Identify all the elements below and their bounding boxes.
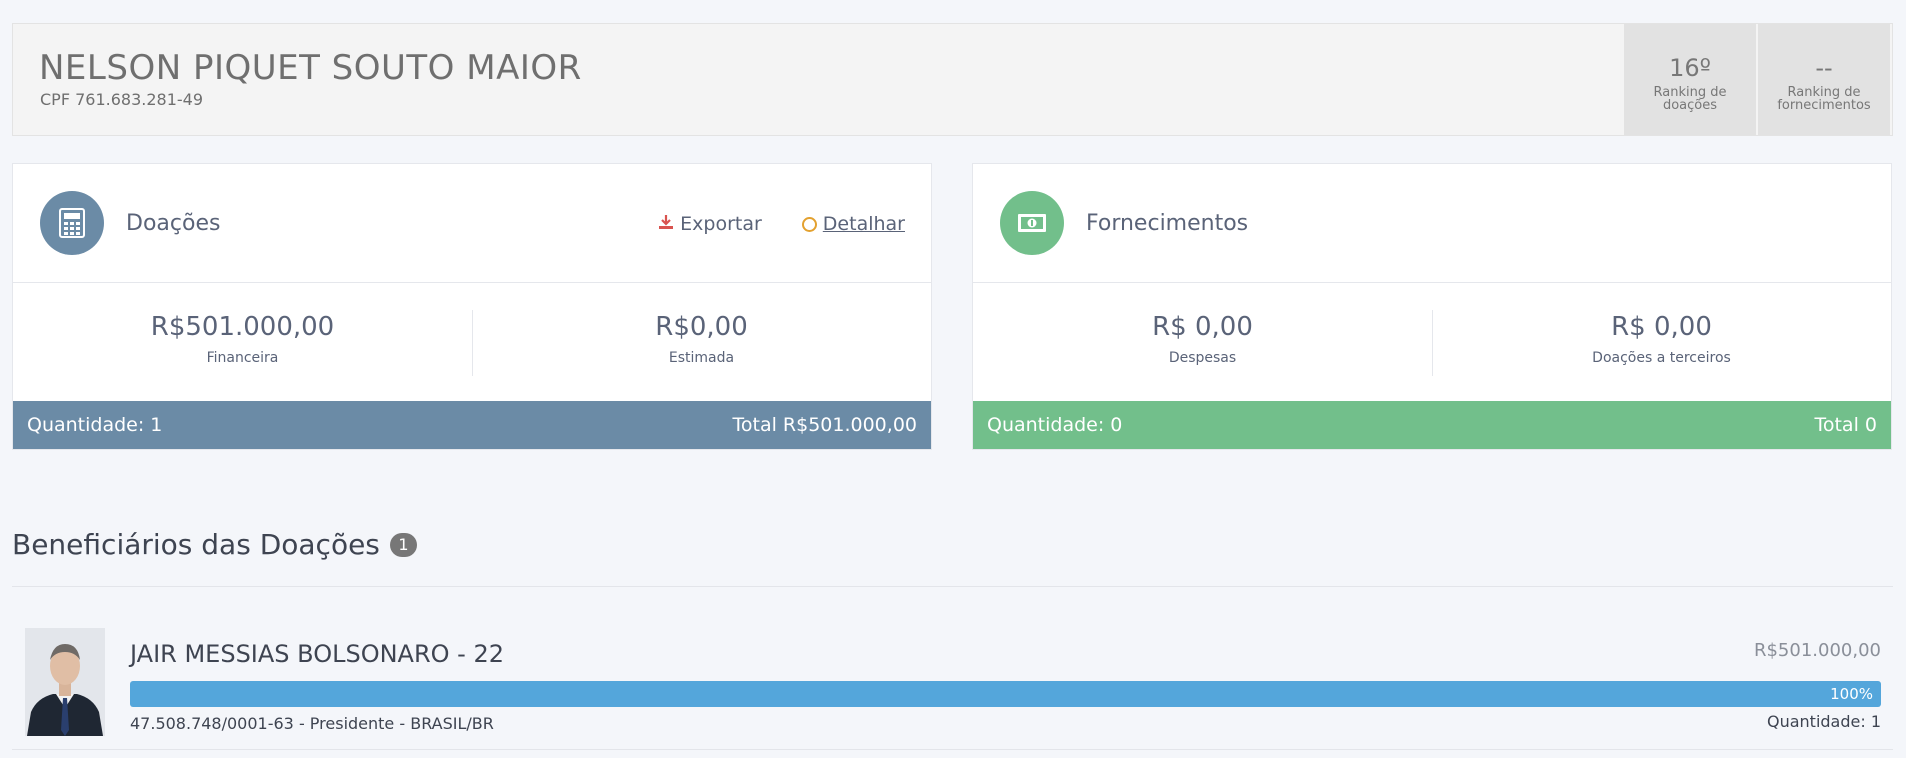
doacoes-total: Total R$501.000,00 — [732, 414, 918, 436]
money-bill-icon — [1000, 191, 1064, 255]
donor-name: NELSON PIQUET SOUTO MAIOR — [39, 48, 582, 88]
beneficiary-quantity: Quantidade: 1 — [1766, 712, 1881, 731]
circle-icon — [801, 216, 817, 232]
ranking-doacoes: 16º Ranking de doações — [1624, 24, 1756, 135]
stat-estimada: R$0,00 Estimada — [472, 284, 931, 402]
stat-label: Financeira — [206, 350, 279, 366]
stat-label: Despesas — [1168, 350, 1237, 366]
donor-cpf: CPF 761.683.281-49 — [40, 90, 204, 109]
ranking-fornecimentos: -- Ranking de fornecimentos — [1758, 24, 1890, 135]
doacoes-stats: R$501.000,00 Financeira R$0,00 Estimada — [13, 284, 931, 402]
share-progress-fill: 100% — [130, 681, 1881, 707]
stat-value: R$0,00 — [655, 312, 748, 342]
fornecimentos-quantity: Quantidade: 0 — [987, 414, 1123, 436]
stat-financeira: R$501.000,00 Financeira — [13, 284, 472, 402]
share-progress-label: 100% — [1830, 685, 1873, 703]
beneficiary-name[interactable]: JAIR MESSIAS BOLSONARO - 22 — [130, 640, 504, 668]
doacoes-actions: Exportar Detalhar — [658, 213, 905, 235]
doacoes-card-header: Doações Exportar Detalhar — [13, 164, 931, 283]
profile-header: NELSON PIQUET SOUTO MAIOR CPF 761.683.28… — [12, 23, 1893, 136]
doacoes-title: Doações — [126, 211, 221, 236]
stat-despesas: R$ 0,00 Despesas — [973, 284, 1432, 402]
stat-label: Doações a terceiros — [1592, 350, 1731, 366]
section-divider — [12, 586, 1893, 587]
count-badge: 1 — [389, 532, 417, 557]
ranking-doacoes-value: 16º — [1669, 54, 1711, 82]
section-title: Beneficiários das Doações 1 — [12, 528, 417, 561]
fornecimentos-card: Fornecimentos R$ 0,00 Despesas R$ 0,00 D… — [972, 163, 1892, 450]
fornecimentos-title: Fornecimentos — [1086, 211, 1249, 236]
export-button[interactable]: Exportar — [658, 213, 762, 235]
row-divider — [12, 749, 1893, 750]
detail-label: Detalhar — [822, 213, 905, 235]
doacoes-card: Doações Exportar Detalhar R$501.000,00 F… — [12, 163, 932, 450]
candidate-photo — [25, 628, 105, 736]
fornecimentos-footer: Quantidade: 0 Total 0 — [973, 401, 1891, 449]
doacoes-footer: Quantidade: 1 Total R$501.000,00 — [13, 401, 931, 449]
stat-value: R$501.000,00 — [150, 312, 335, 342]
ranking-fornecimentos-label: Ranking de fornecimentos — [1777, 85, 1871, 113]
fornecimentos-stats: R$ 0,00 Despesas R$ 0,00 Doações a terce… — [973, 284, 1891, 402]
stat-value: R$ 0,00 — [1152, 312, 1253, 342]
stat-doacoes-terceiros: R$ 0,00 Doações a terceiros — [1432, 284, 1891, 402]
beneficiary-row[interactable]: JAIR MESSIAS BOLSONARO - 22 R$501.000,00… — [12, 620, 1893, 750]
stat-label: Estimada — [668, 350, 735, 366]
beneficiary-value: R$501.000,00 — [1753, 640, 1881, 661]
beneficiary-details: 47.508.748/0001-63 - Presidente - BRASIL… — [130, 714, 494, 733]
stat-value: R$ 0,00 — [1611, 312, 1712, 342]
beneficiarios-title: Beneficiários das Doações — [12, 528, 380, 561]
fornecimentos-card-header: Fornecimentos — [973, 164, 1891, 283]
export-label: Exportar — [680, 213, 762, 235]
doacoes-quantity: Quantidade: 1 — [27, 414, 163, 436]
fornecimentos-total: Total 0 — [1814, 414, 1877, 436]
download-icon — [658, 213, 674, 235]
detail-link[interactable]: Detalhar — [801, 213, 905, 235]
calculator-icon — [40, 191, 104, 255]
ranking-doacoes-label: Ranking de doações — [1653, 85, 1727, 113]
share-progress-bar: 100% — [130, 681, 1881, 707]
ranking-fornecimentos-value: -- — [1815, 54, 1833, 82]
